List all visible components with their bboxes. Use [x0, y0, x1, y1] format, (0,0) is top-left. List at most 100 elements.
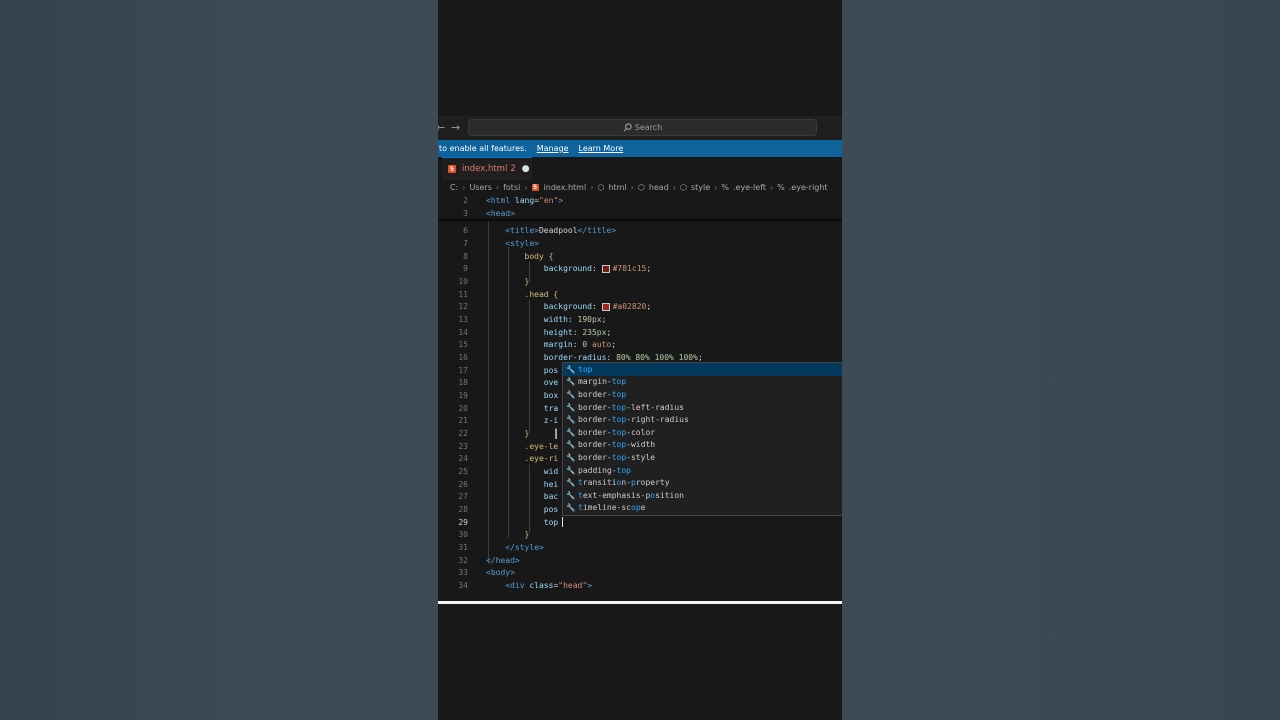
unsaved-dot-icon[interactable]: ● [522, 164, 530, 174]
color-swatch[interactable] [601, 264, 610, 273]
line-number: 2 [463, 196, 468, 205]
suggestion-item[interactable]: 🔧 border-top -left-radius [563, 401, 842, 414]
code-line: hei [543, 480, 559, 489]
suggestion-item[interactable]: 🔧 t ransiti o n-p roperty [563, 476, 842, 489]
line-number: 16 [458, 353, 468, 362]
suggestion-item[interactable]: 🔧 border-top -style [563, 451, 842, 464]
line-number: 20 [458, 404, 468, 413]
suggestion-item[interactable]: 🔧 border-top -color [563, 426, 842, 439]
learn-more-link[interactable]: Learn More [579, 144, 624, 153]
breadcrumb-eye-right[interactable]: .eye-right [789, 183, 828, 192]
suggestion-item[interactable]: 🔧 border-top -right-radius [563, 413, 842, 426]
code-line: <div class="head"> [505, 581, 593, 590]
suggestion-item[interactable]: 🔧 border-top -width [563, 439, 842, 452]
line-number: 31 [458, 543, 468, 552]
html5-icon: 5 [448, 165, 456, 173]
code-line: <title>Deadpool</title> [505, 226, 617, 235]
text-cursor [562, 517, 563, 527]
chevron-right-icon: › [630, 182, 634, 192]
breadcrumb-eye-left[interactable]: .eye-left [733, 183, 766, 192]
mouse-ibeam-cursor-icon: I [554, 427, 559, 443]
selector-icon: % [777, 182, 785, 192]
breadcrumb-users[interactable]: Users [469, 183, 491, 192]
breadcrumb: C: › Users › fotsi › 5 index.html › ⬡ html › ⬡ h… [450, 181, 828, 193]
line-number: 26 [458, 480, 468, 489]
code-line: </head> [486, 556, 520, 565]
code-line: tra [543, 404, 559, 413]
search-placeholder: Search [634, 123, 663, 132]
line-number: 7 [463, 239, 468, 248]
code-line: height: 235px; [543, 328, 612, 337]
code-line: } [524, 429, 530, 438]
breadcrumb-style[interactable]: style [691, 183, 710, 192]
code-line: } [524, 277, 530, 286]
code-line: background: #781c15; [543, 264, 652, 273]
element-icon: ⬡ [597, 182, 605, 192]
code-editor[interactable]: 2 3 6 7 8 9 10 11 12 13 14 15 16 17 18 1… [438, 195, 842, 590]
code-line: pos [543, 505, 559, 514]
line-number: 15 [458, 340, 468, 349]
property-icon: 🔧 [566, 503, 576, 513]
tab-index-html[interactable]: 5 index.html 2 ● [442, 157, 532, 180]
forward-arrow-icon[interactable]: → [451, 121, 460, 134]
suggestion-item[interactable]: 🔧 padding-top [563, 464, 842, 477]
breadcrumb-head[interactable]: head [649, 183, 669, 192]
code-line: <body> [486, 568, 515, 577]
code-line: body { [524, 252, 554, 261]
autocomplete-suggestions[interactable]: 🔧 top 🔧 margin-top 🔧 border-top 🔧 border-top… [562, 362, 842, 516]
line-number: 19 [458, 391, 468, 400]
selector-icon: % [721, 182, 729, 192]
code-line: pos [543, 366, 559, 375]
line-number: 11 [458, 290, 468, 299]
breadcrumb-html[interactable]: html [608, 183, 626, 192]
code-line: margin: 0 auto; [543, 340, 617, 349]
chevron-right-icon: › [769, 182, 774, 192]
line-number: 24 [458, 454, 468, 463]
line-number: 17 [458, 366, 468, 375]
chevron-right-icon: › [714, 182, 718, 192]
suggestion-item[interactable]: 🔧 t imeline-sc op e [563, 502, 842, 515]
code-line: <html lang="en"> [486, 196, 564, 205]
code-line: border-radius: 80% 80% 100% 100%; [543, 353, 703, 362]
vscode-window: ← → Search to enable all features. Manag… [438, 0, 842, 720]
suggestion-item[interactable]: 🔧 margin-top [563, 376, 842, 389]
line-number: 12 [458, 302, 468, 311]
element-icon: ⬡ [680, 182, 687, 192]
suggestion-item[interactable]: 🔧 top [563, 363, 842, 376]
property-icon: 🔧 [566, 389, 576, 399]
line-number-active: 29 [458, 518, 468, 527]
code-line: ove [543, 378, 559, 387]
property-icon: 🔧 [566, 402, 576, 412]
code-line: <head> [486, 209, 515, 218]
line-number: 27 [458, 492, 468, 501]
search-icon [623, 123, 632, 132]
background-left [0, 0, 438, 720]
property-icon: 🔧 [566, 452, 576, 462]
background-right [842, 0, 1280, 720]
code-line: width: 190px; [543, 315, 607, 324]
breadcrumb-fotsi[interactable]: fotsi [503, 183, 520, 192]
chevron-right-icon: › [672, 182, 676, 192]
command-center-search[interactable]: Search [468, 119, 817, 136]
suggestion-item[interactable]: 🔧 border-top [563, 388, 842, 401]
property-icon: 🔧 [566, 415, 576, 425]
code-line: box [543, 391, 559, 400]
line-number: 33 [458, 568, 468, 577]
chevron-right-icon: › [495, 182, 500, 192]
breadcrumb-drive[interactable]: C: [450, 183, 458, 192]
line-number: 14 [458, 328, 468, 337]
back-arrow-icon[interactable]: ← [438, 121, 445, 134]
color-swatch[interactable] [601, 302, 610, 311]
line-number: 13 [458, 315, 468, 324]
code-line: background: #a02820; [543, 302, 652, 311]
property-icon: 🔧 [566, 427, 576, 437]
property-icon: 🔧 [566, 364, 576, 374]
line-number: 32 [458, 556, 468, 565]
breadcrumb-file[interactable]: index.html [544, 183, 587, 192]
manage-link[interactable]: Manage [537, 144, 569, 153]
property-icon: 🔧 [566, 490, 576, 500]
code-line: wid [543, 467, 559, 476]
code-line: .eye-ri [524, 454, 559, 463]
code-line: <style> [505, 239, 539, 248]
suggestion-item[interactable]: 🔧 t ext-emphasis-p o sition [563, 489, 842, 502]
